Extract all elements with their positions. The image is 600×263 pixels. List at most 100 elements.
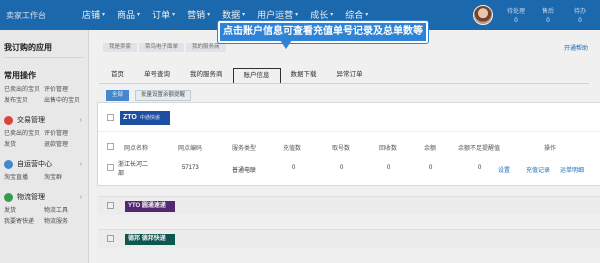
stat-value: 0 (514, 18, 518, 24)
recycled-count: 0 (387, 165, 391, 171)
divider (4, 57, 84, 58)
carrier-header: ZTO 中通快递 (98, 103, 600, 132)
sidebar-group-logistics[interactable]: 物流管理 › (4, 192, 88, 202)
col-header: 取号数 (332, 146, 351, 152)
stat-value: 0 (546, 18, 550, 24)
sidebar-group-label: 自运营中心 (17, 161, 52, 168)
sidebar-link[interactable]: 已卖出的宝贝 (4, 85, 44, 96)
nav-label: 营销 (187, 10, 206, 20)
tab-bar: 首页 单号查询 我的服务商 账户信息 数据下载 异常订单 (101, 68, 373, 84)
col-header: 充值数 (283, 146, 302, 152)
nav-label: 订单 (152, 10, 171, 20)
logo-subtext: 中通快递 (139, 115, 160, 121)
zto-logo: ZTO 中通快递 (120, 111, 170, 125)
sidebar-link[interactable]: 我要寄快递 (4, 217, 44, 228)
nav-item-orders[interactable]: 订单 ▾ (152, 0, 175, 30)
sidebar-link[interactable]: 发布宝贝 (4, 96, 44, 107)
alert-threshold: 0 (478, 165, 482, 171)
recharge-record-link[interactable]: 充值记录 (526, 165, 550, 174)
service-type: 普通电联 (232, 168, 257, 174)
sidebar-link[interactable]: 淘宝直播 (4, 173, 44, 184)
table-header: 网点名称 网点编码 服务类型 充值数 取号数 回收数 余额 余额不足提醒值 操作 (98, 139, 600, 153)
logo-text: ZTO (123, 114, 137, 121)
logistics-icon (4, 192, 13, 202)
row-checkbox[interactable] (107, 164, 114, 171)
logo-text: YTO (128, 203, 141, 209)
sidebar-group-self-ops[interactable]: 自运营中心 › (4, 159, 88, 169)
stat-label: 待办 (573, 9, 586, 15)
col-header: 网点编码 (178, 146, 203, 152)
filter-all-button[interactable]: 全部 (106, 90, 130, 101)
sidebar-link[interactable]: 物流工具 (44, 206, 84, 217)
tab-data-download[interactable]: 数据下载 (281, 68, 327, 84)
logo-subtext: 圆通速递 (141, 203, 166, 209)
sidebar-link[interactable]: 出售中的宝贝 (44, 96, 84, 107)
brand-title: 卖家工作台 (6, 11, 46, 20)
help-link[interactable]: 开通帮助 (564, 43, 588, 52)
carrier-checkbox[interactable] (107, 202, 114, 209)
logistics-links: 发货 物流工具 我要寄快递 物流服务 (0, 206, 88, 228)
header-checkbox[interactable] (107, 143, 114, 150)
batch-alert-button[interactable]: 批量设置余额提醒 (135, 90, 192, 101)
col-header: 余额不足提醒值 (458, 146, 501, 152)
left-sidebar: 我订购的应用 常用操作 已卖出的宝贝 评价管理 发布宝贝 出售中的宝贝 交易管理… (0, 30, 89, 263)
breadcrumb-item[interactable]: 菜鸟电子面单 (139, 43, 185, 52)
carrier-row-deppon[interactable]: 德邦 德邦快递 (98, 229, 600, 248)
logo-text: 德邦 (128, 236, 141, 242)
table-row: 浙江长河二部 57173 普通电联 0 0 0 0 0 设置 充值记录 运单明细 (98, 161, 600, 183)
carrier-panel-zto: ZTO 中通快递 网点名称 网点编码 服务类型 充值数 取号数 回收数 余额 余额… (98, 103, 600, 185)
sidebar-link[interactable]: 退款管理 (44, 140, 84, 151)
sidebar-link[interactable]: 评价管理 (44, 129, 84, 140)
carrier-row-yto[interactable]: YTO 圆通速递 (98, 196, 600, 215)
col-header: 余额 (424, 146, 437, 152)
nav-item-store[interactable]: 店铺 ▾ (82, 0, 105, 30)
col-header: 网点名称 (124, 146, 149, 152)
sidebar-group-label: 交易管理 (17, 117, 45, 124)
sidebar-link[interactable]: 发货 (4, 206, 44, 217)
logo-subtext: 德邦快递 (141, 236, 166, 242)
sidebar-title: 我订购的应用 (4, 43, 52, 52)
sidebar-link[interactable]: 已卖出的宝贝 (4, 129, 44, 140)
nav-label: 店铺 (82, 10, 101, 20)
breadcrumb-item[interactable]: 我的服务商 (186, 43, 226, 52)
caret-down-icon: ▾ (172, 12, 176, 18)
col-header: 服务类型 (232, 146, 257, 152)
sidebar-link[interactable]: 评价管理 (44, 85, 84, 96)
deppon-logo: 德邦 德邦快递 (125, 234, 175, 245)
stat-label: 待处理 (506, 9, 525, 15)
nav-item-marketing[interactable]: 营销 ▾ (187, 0, 210, 30)
stat-label: 售后 (541, 9, 554, 15)
settings-link[interactable]: 设置 (498, 165, 510, 174)
tab-my-providers[interactable]: 我的服务商 (180, 68, 233, 84)
tab-account-info[interactable]: 账户信息 (232, 68, 281, 84)
sidebar-link[interactable]: 物流服务 (44, 217, 84, 228)
header-stat[interactable]: 待处理 0 (498, 6, 534, 24)
common-ops-links: 已卖出的宝贝 评价管理 发布宝贝 出售中的宝贝 (0, 85, 88, 107)
caret-down-icon: ▾ (137, 12, 141, 18)
breadcrumb-item[interactable]: 我是卖家 (103, 43, 138, 52)
breadcrumb: 我是卖家 菜鸟电子面单 我的服务商 (103, 43, 228, 52)
self-ops-icon (4, 159, 13, 169)
nav-item-goods[interactable]: 商品 ▾ (117, 0, 140, 30)
header-stat[interactable]: 售后 0 (530, 6, 566, 24)
col-header: 操作 (544, 146, 557, 152)
header-stat[interactable]: 待办 0 (562, 6, 598, 24)
stat-value: 0 (578, 18, 582, 24)
select-all-checkbox[interactable] (107, 114, 114, 121)
sidebar-link[interactable]: 淘宝群 (44, 173, 84, 184)
outlet-code: 57173 (182, 165, 199, 171)
carrier-checkbox[interactable] (107, 235, 114, 242)
tab-abnormal-orders[interactable]: 异常订单 (327, 68, 373, 84)
waybill-detail-link[interactable]: 运单明细 (560, 165, 584, 174)
nav-label: 商品 (117, 10, 136, 20)
sidebar-link[interactable]: 发货 (4, 140, 44, 151)
tab-home[interactable]: 首页 (101, 68, 134, 84)
chevron-right-icon: › (79, 193, 82, 201)
sidebar-group-trade[interactable]: 交易管理 › (4, 115, 88, 125)
outlet-name: 浙江长河二部 (118, 162, 149, 177)
yto-logo: YTO 圆通速递 (125, 201, 175, 212)
taken-count: 0 (340, 165, 344, 171)
caret-down-icon: ▾ (102, 12, 106, 18)
tab-number-query[interactable]: 单号查询 (134, 68, 180, 84)
avatar[interactable] (473, 5, 493, 25)
